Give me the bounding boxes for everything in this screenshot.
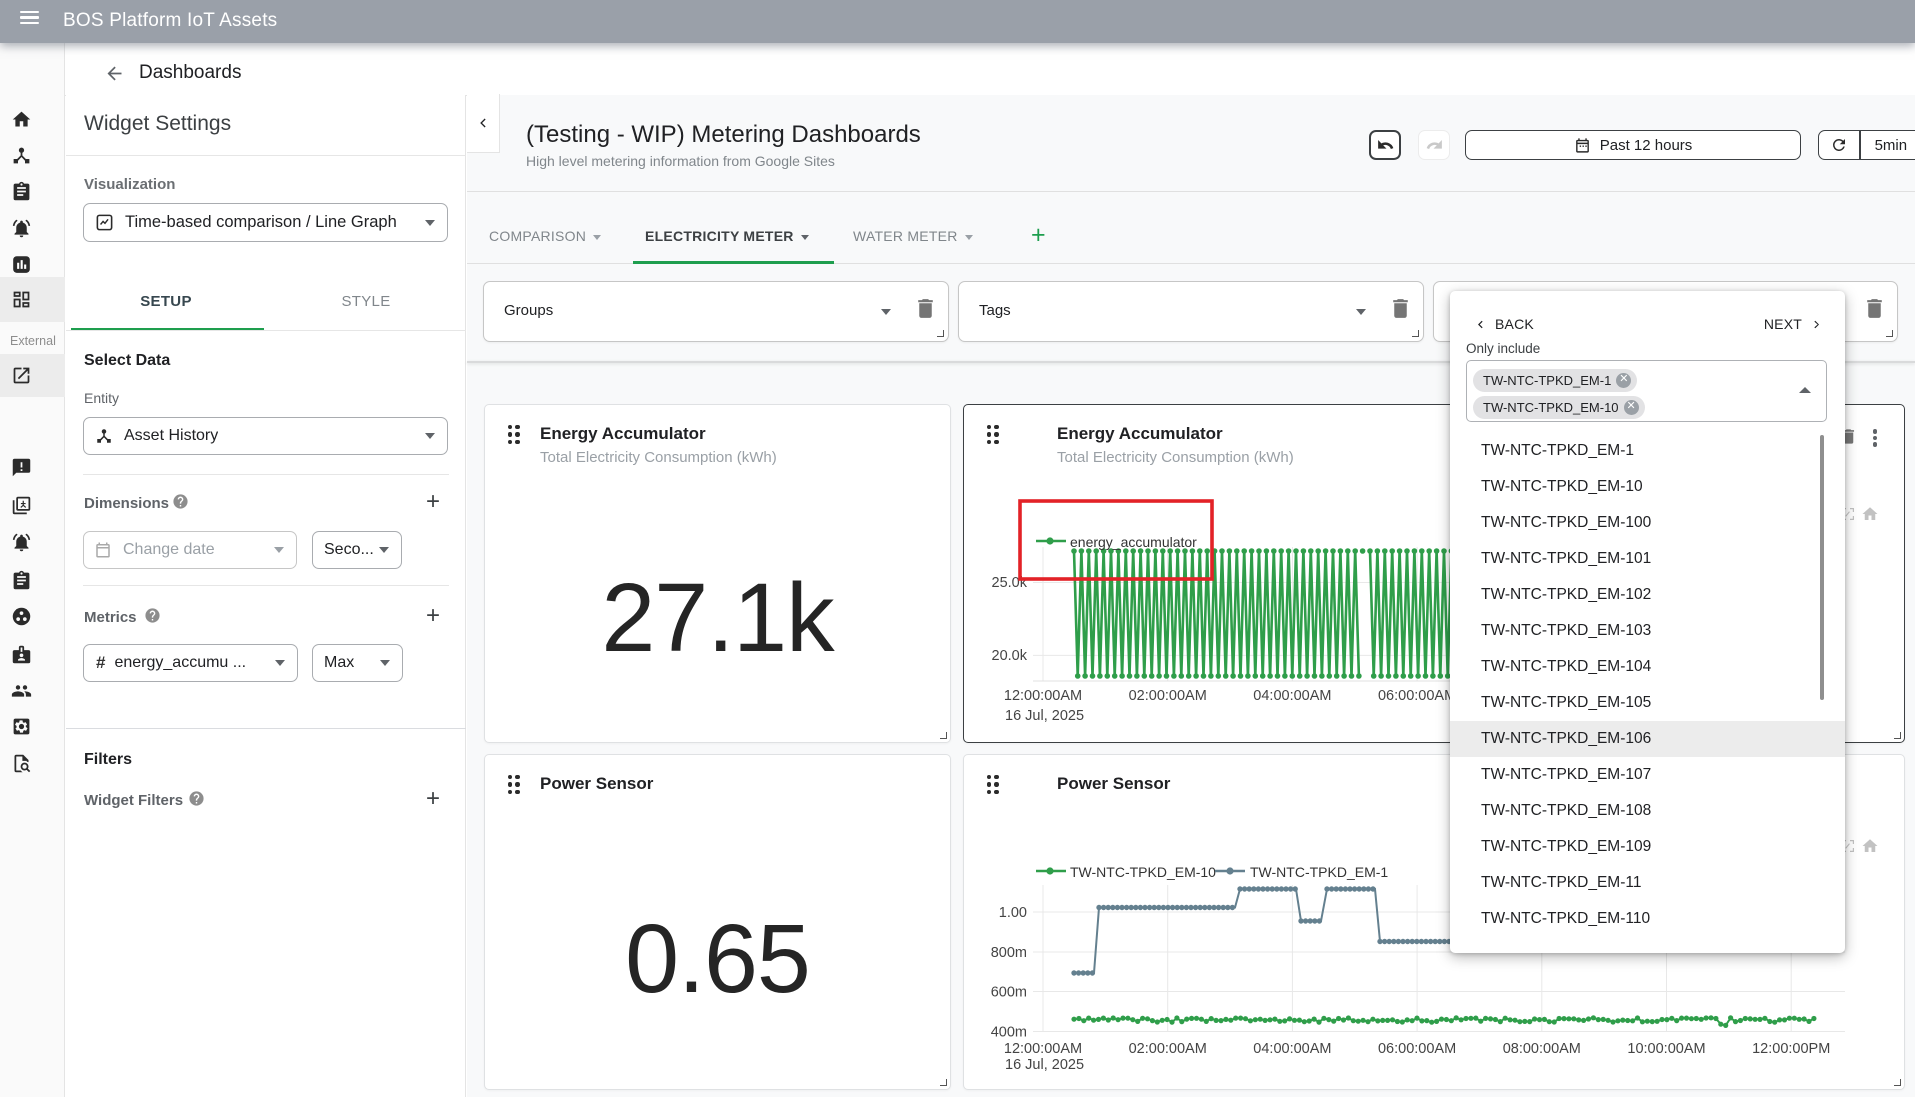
- svg-text:600m: 600m: [991, 985, 1027, 1001]
- svg-text:TW-NTC-TPKD_EM-10: TW-NTC-TPKD_EM-10: [1070, 864, 1216, 880]
- svg-text:16 Jul, 2025: 16 Jul, 2025: [1005, 708, 1084, 724]
- svg-text:06:00:00AM: 06:00:00AM: [1378, 1041, 1456, 1057]
- svg-text:08:00:00AM: 08:00:00AM: [1503, 1041, 1581, 1057]
- svg-text:04:00:00AM: 04:00:00AM: [1253, 1041, 1331, 1057]
- svg-text:TW-NTC-TPKD_EM-1: TW-NTC-TPKD_EM-1: [1250, 864, 1388, 880]
- svg-text:02:00:00AM: 02:00:00AM: [1129, 1041, 1207, 1057]
- svg-text:02:00:00AM: 02:00:00AM: [1129, 688, 1207, 704]
- svg-text:10:00:00AM: 10:00:00AM: [1627, 1041, 1705, 1057]
- svg-text:20.0k: 20.0k: [992, 648, 1028, 664]
- svg-text:12:00:00AM: 12:00:00AM: [1004, 1041, 1082, 1057]
- svg-text:400m: 400m: [991, 1025, 1027, 1041]
- svg-text:06:00:00AM: 06:00:00AM: [1378, 688, 1456, 704]
- svg-text:04:00:00AM: 04:00:00AM: [1253, 688, 1331, 704]
- svg-text:1.00: 1.00: [999, 905, 1027, 921]
- svg-text:16 Jul, 2025: 16 Jul, 2025: [1005, 1057, 1084, 1073]
- svg-text:12:00:00AM: 12:00:00AM: [1004, 688, 1082, 704]
- svg-text:800m: 800m: [991, 945, 1027, 961]
- svg-text:energy_accumulator: energy_accumulator: [1070, 534, 1197, 550]
- svg-text:12:00:00PM: 12:00:00PM: [1752, 1041, 1830, 1057]
